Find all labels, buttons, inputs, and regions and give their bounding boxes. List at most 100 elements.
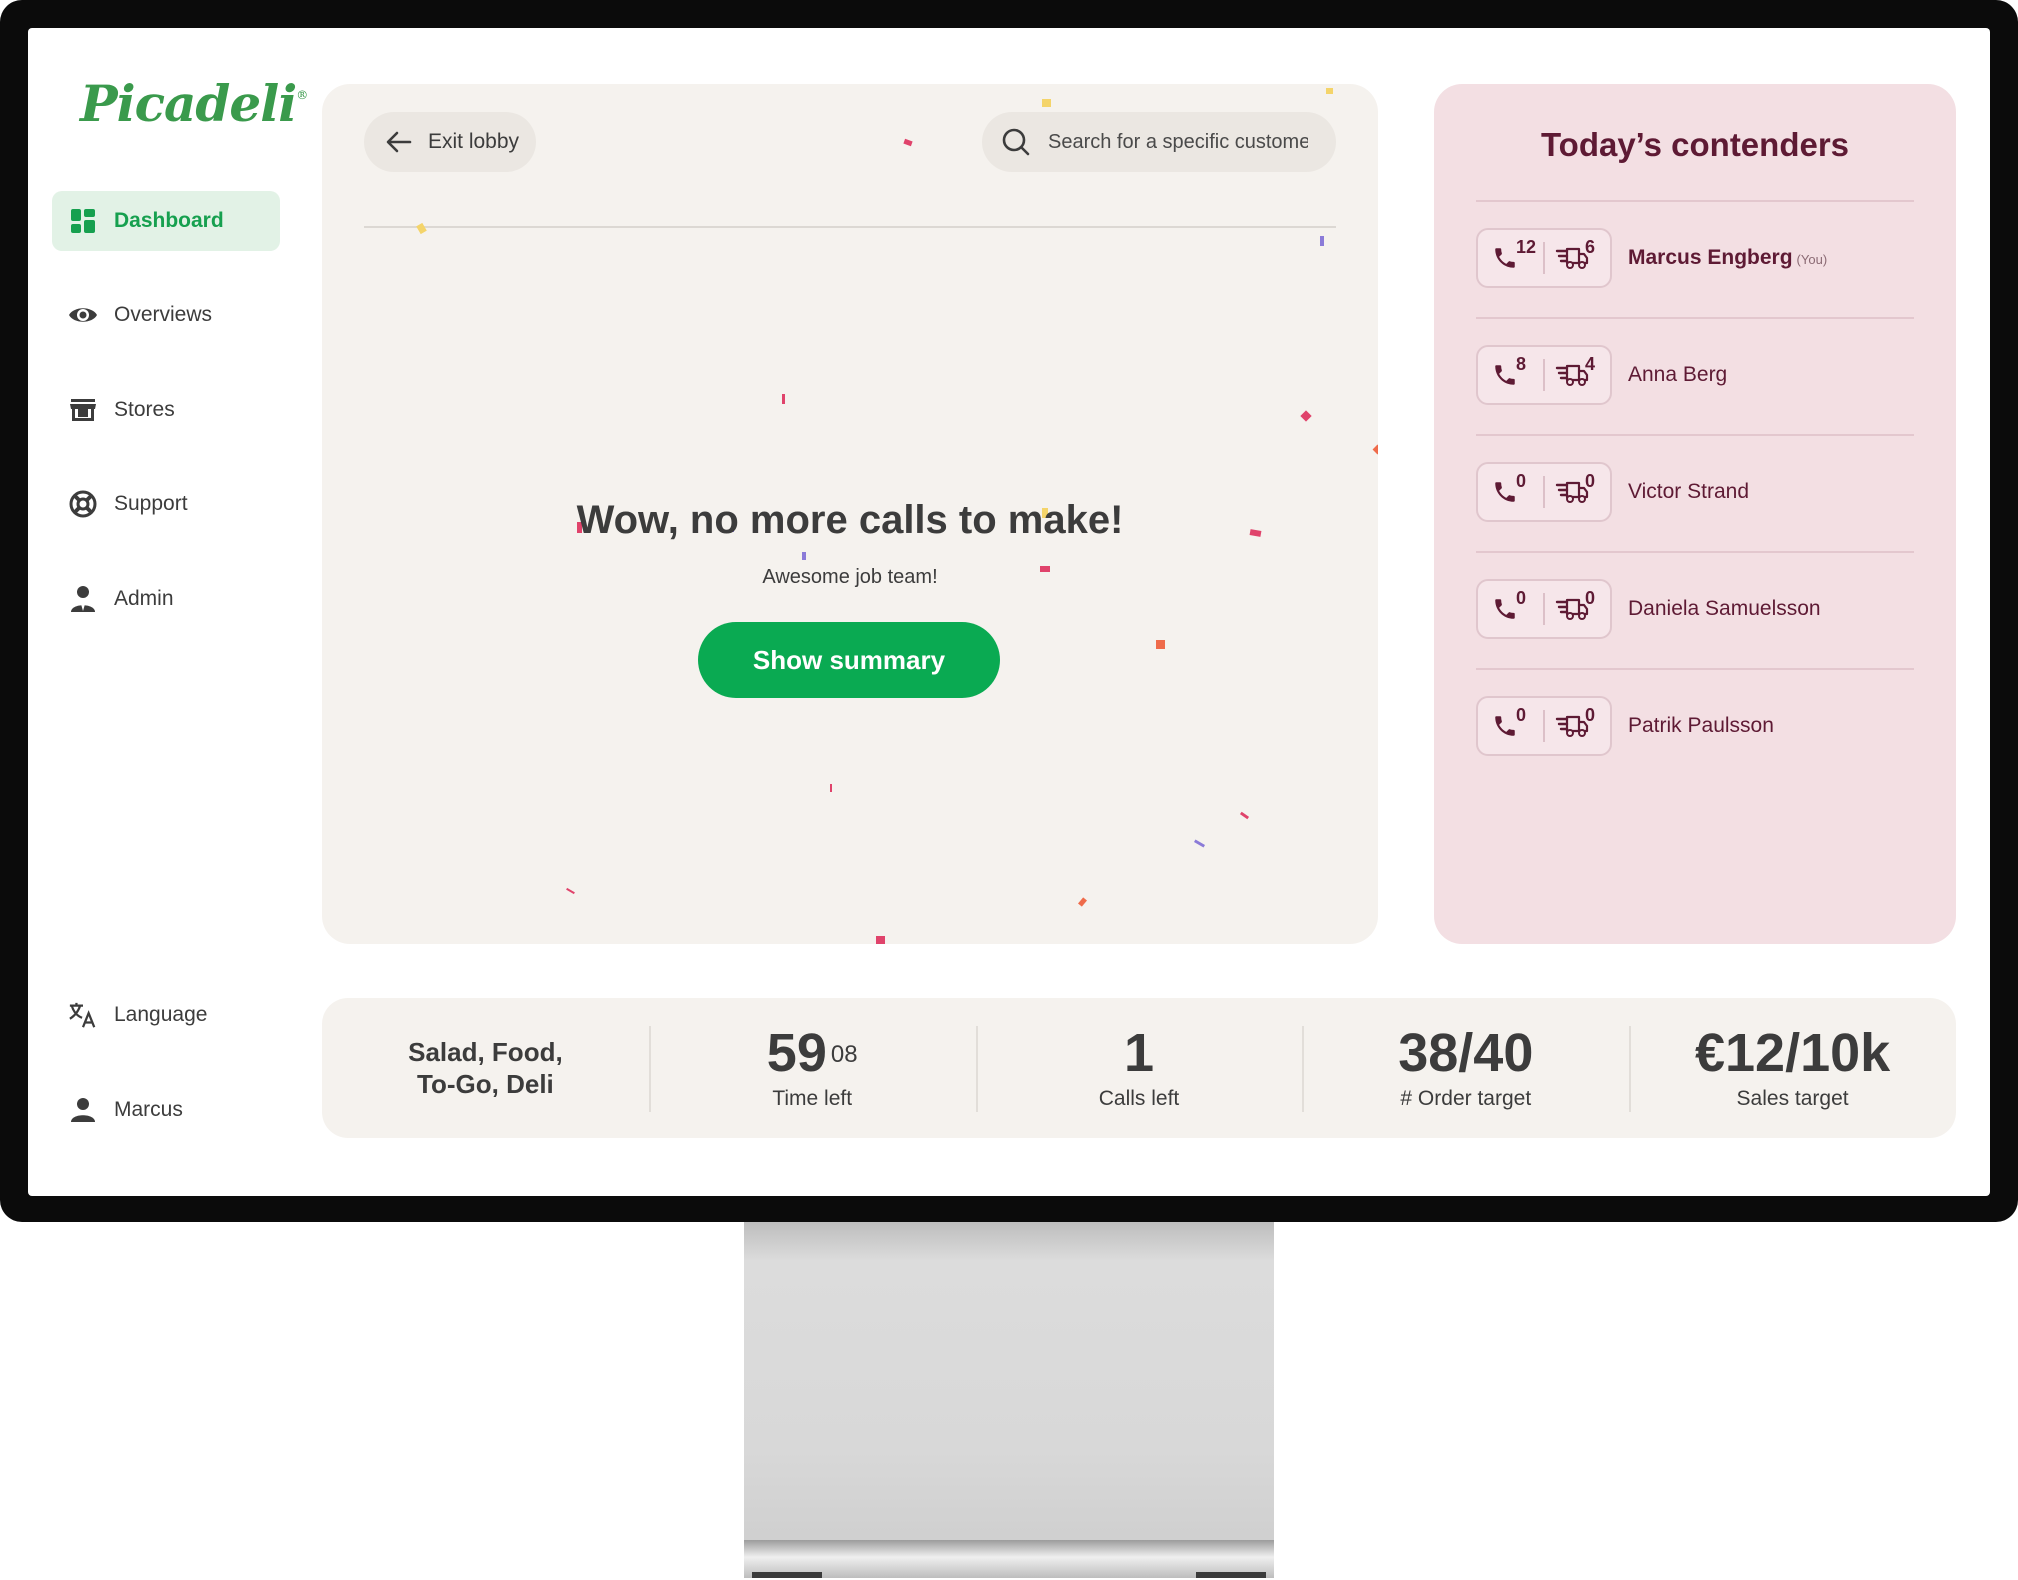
orders-count: 0: [1584, 705, 1595, 725]
time-left-seconds: 08: [830, 1041, 858, 1068]
app-screen: Picadeli® Dashboard Overviews Stores Sup…: [28, 28, 1990, 1196]
sidebar-item-language[interactable]: Language: [52, 985, 280, 1045]
time-left-label: Time left: [772, 1087, 853, 1110]
confetti-piece: [1239, 811, 1250, 820]
contender-name: Daniela Samuelsson: [1628, 597, 1821, 620]
user-icon: [68, 1095, 98, 1125]
show-summary-button[interactable]: Show summary: [698, 622, 1000, 698]
customer-search[interactable]: [982, 112, 1336, 172]
contender-row[interactable]: 0 0 Daniela Samuelsson: [1476, 578, 1914, 640]
search-icon: [1002, 128, 1030, 156]
exit-lobby-button[interactable]: Exit lobby: [364, 112, 536, 172]
calls-left-value: 1: [1123, 1023, 1155, 1083]
phone-icon: [1492, 479, 1518, 505]
admin-user-icon: [68, 584, 98, 614]
search-input[interactable]: [1046, 129, 1310, 155]
order-target-label: # Order target: [1400, 1087, 1532, 1110]
sidebar-item-profile[interactable]: Marcus: [52, 1080, 280, 1140]
sidebar-item-label: Overviews: [114, 303, 213, 326]
calls-count: 0: [1516, 471, 1527, 491]
calls-count: 8: [1516, 354, 1527, 374]
contenders-title: Today’s contenders: [1540, 126, 1850, 163]
stat-sales-target: €12/10k Sales target: [1629, 998, 1956, 1138]
lobby-card: Exit lobby Wow, no more calls to: [322, 84, 1378, 944]
monitor-stand-foot: [752, 1572, 822, 1578]
sidebar-item-label: Support: [114, 492, 188, 515]
confetti-piece: [1193, 839, 1206, 848]
confetti-piece: [802, 552, 806, 560]
calls-score: 0: [1478, 464, 1543, 520]
calls-count: 12: [1516, 237, 1537, 257]
segment-tags: Salad, Food, To-Go, Deli: [408, 1036, 563, 1100]
sidebar-item-label: Dashboard: [114, 209, 224, 232]
stat-order-target: 38/40 # Order target: [1302, 998, 1629, 1138]
orders-count: 0: [1584, 588, 1595, 608]
contender-score-badge: 8 4: [1476, 345, 1612, 405]
stat-time-left: 59 08 Time left: [648, 998, 976, 1138]
calls-score: 8: [1478, 347, 1543, 403]
confetti-piece: [1042, 99, 1051, 107]
monitor-stand: [744, 1222, 1274, 1547]
orders-count: 6: [1584, 237, 1595, 257]
you-tag: (You): [1796, 252, 1828, 267]
calls-count: 0: [1516, 588, 1527, 608]
confetti-piece: [782, 394, 785, 404]
orders-score: 6: [1545, 230, 1610, 286]
dashboard-icon: [68, 206, 98, 236]
sidebar-item-overviews[interactable]: Overviews: [52, 285, 280, 345]
phone-icon: [1492, 362, 1518, 388]
calls-score: 0: [1478, 698, 1543, 754]
brand-logo[interactable]: Picadeli®: [80, 74, 308, 133]
confetti-piece: [1326, 88, 1333, 94]
monitor-stand-foot: [1196, 1572, 1266, 1578]
confetti-piece: [903, 138, 913, 147]
contender-row[interactable]: 0 0 Patrik Paulsson: [1476, 695, 1914, 757]
contender-name: Victor Strand: [1628, 480, 1750, 503]
sidebar-item-support[interactable]: Support: [52, 474, 280, 534]
contender-row[interactable]: 0 0 Victor Strand: [1476, 461, 1914, 523]
contender-name: Patrik Paulsson: [1628, 714, 1774, 737]
confetti-piece: [1300, 410, 1312, 422]
time-left-value: 59 08: [767, 1025, 858, 1081]
sidebar-item-stores[interactable]: Stores: [52, 380, 280, 440]
contenders-divider: [1476, 668, 1914, 670]
sidebar-item-label: Language: [114, 1003, 208, 1026]
contender-score-badge: 0 0: [1476, 579, 1612, 639]
arrow-left-icon: [386, 131, 412, 153]
calls-score: 12: [1478, 230, 1543, 286]
translate-icon: [68, 1000, 98, 1030]
sidebar-item-label: Marcus: [114, 1098, 183, 1121]
orders-score: 0: [1545, 581, 1610, 637]
empty-state-headline: Wow, no more calls to make!: [576, 498, 1124, 542]
orders-count: 0: [1584, 471, 1595, 491]
stats-bar: Salad, Food, To-Go, Deli 59 08 Time left …: [322, 998, 1956, 1138]
store-icon: [68, 395, 98, 425]
phone-icon: [1492, 596, 1518, 622]
sidebar-item-label: Stores: [114, 398, 175, 421]
header-divider: [364, 226, 1336, 228]
contender-row[interactable]: 12 6 Marcus Engberg (You): [1476, 227, 1914, 289]
sidebar-item-admin[interactable]: Admin: [52, 569, 280, 629]
contender-row[interactable]: 8 4 Anna Berg: [1476, 344, 1914, 406]
contenders-divider: [1476, 434, 1914, 436]
confetti-piece: [566, 887, 575, 895]
order-target-value: 38/40: [1398, 1023, 1534, 1083]
calls-count: 0: [1516, 705, 1527, 725]
segment-tags-line: To-Go, Deli: [417, 1069, 554, 1099]
contender-name: Marcus Engberg (You): [1628, 246, 1827, 270]
calls-left-label: Calls left: [1098, 1087, 1180, 1110]
lifebuoy-icon: [68, 489, 98, 519]
confetti-piece: [830, 784, 832, 792]
contender-name: Anna Berg: [1628, 363, 1728, 386]
monitor-stand-base: [744, 1540, 1274, 1578]
confetti-piece: [1372, 444, 1378, 455]
contender-score-badge: 12 6: [1476, 228, 1612, 288]
sidebar-item-dashboard[interactable]: Dashboard: [52, 191, 280, 251]
stat-calls-left: 1 Calls left: [975, 998, 1303, 1138]
confetti-piece: [876, 936, 885, 944]
contenders-divider: [1476, 551, 1914, 553]
sales-target-value: €12/10k: [1694, 1023, 1891, 1083]
eye-icon: [68, 300, 98, 330]
stat-segments: Salad, Food, To-Go, Deli: [322, 998, 649, 1138]
calls-score: 0: [1478, 581, 1543, 637]
